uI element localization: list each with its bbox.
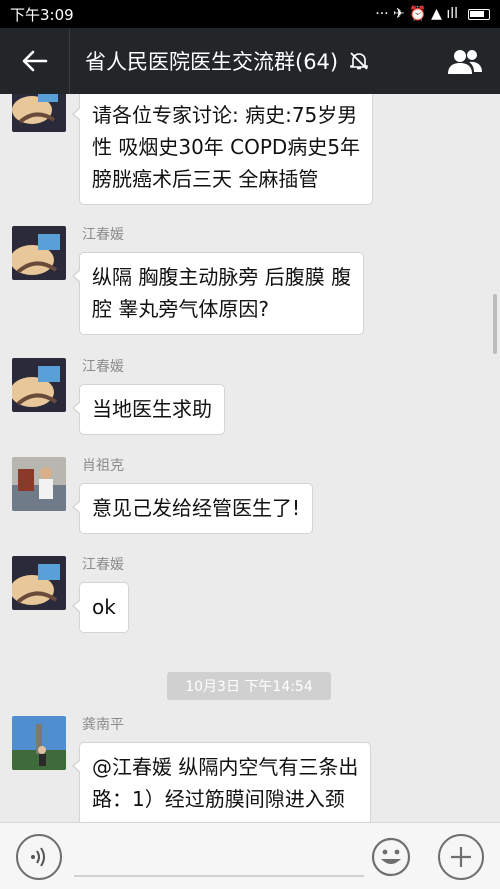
plus-icon: [451, 847, 471, 867]
group-name: 省人民医院医生交流群(64): [85, 50, 339, 74]
avatar[interactable]: [12, 358, 66, 412]
avatar-image: [12, 556, 66, 610]
message-text: 意见己发给经管医生了!: [92, 496, 301, 520]
avatar[interactable]: [12, 716, 66, 770]
avatar[interactable]: [12, 94, 66, 132]
avatar[interactable]: [12, 226, 66, 280]
message-list[interactable]: 请各位专家讨论: 病史:75岁男 性 吸烟史30年 COPD病史5年 膀胱癌术后…: [0, 94, 500, 822]
message-text: 路：1）经过筋膜间隙进入颈: [92, 787, 345, 811]
message-bubble[interactable]: ok: [72, 582, 129, 633]
avatar[interactable]: [12, 457, 66, 511]
voice-wave-icon: [31, 847, 45, 867]
members-button[interactable]: [430, 28, 500, 94]
message-input[interactable]: [74, 839, 364, 877]
avatar-image: [12, 457, 66, 511]
sender-name: 江春媛: [82, 557, 124, 573]
message-text: 纵隔 胸腹主动脉旁 后腹膜 腹: [92, 265, 352, 289]
mute-bell-icon: [350, 52, 368, 70]
signal-icons: ··· ✈ ⏰ ▲ ıll: [375, 6, 458, 22]
title-bar: 省人民医院医生交流群(64): [0, 28, 500, 94]
voice-button[interactable]: [16, 834, 62, 880]
input-bar: [0, 822, 500, 889]
sender-name: 江春媛: [82, 359, 124, 375]
message-bubble[interactable]: 请各位专家讨论: 病史:75岁男 性 吸烟史30年 COPD病史5年 膀胱癌术后…: [71, 94, 374, 205]
avatar-image: [12, 94, 66, 132]
avatar[interactable]: [12, 556, 66, 610]
sender-name: 江春媛: [82, 227, 124, 243]
message-text: 性 吸烟史30年 COPD病史5年: [92, 135, 361, 159]
group-members-icon: [448, 50, 482, 74]
scrollbar[interactable]: [493, 294, 497, 354]
message-bubble[interactable]: 纵隔 胸腹主动脉旁 后腹膜 腹 腔 睾丸旁气体原因?: [71, 252, 365, 335]
avatar-image: [12, 716, 66, 770]
sender-name: 龚南平: [82, 717, 124, 733]
smiley-icon: [371, 837, 411, 877]
message-text: 膀胱癌术后三天 全麻插管: [92, 167, 319, 191]
battery-icon: [468, 8, 490, 20]
status-time: 下午3:09: [10, 5, 74, 24]
message-text: 请各位专家讨论: 病史:75岁男: [92, 103, 358, 127]
status-bar: 下午3:09 ··· ✈ ⏰ ▲ ıll: [0, 0, 500, 28]
back-button[interactable]: [0, 28, 70, 94]
sender-name: 肖祖克: [82, 458, 124, 474]
message-bubble[interactable]: @江春媛 纵隔内空气有三条出 路：1）经过筋膜间隙进入颈: [71, 742, 372, 822]
message-bubble[interactable]: 当地医生求助: [72, 384, 225, 435]
message-bubble[interactable]: 意见己发给经管医生了!: [71, 483, 314, 534]
chat-title: 省人民医院医生交流群(64): [70, 46, 430, 76]
add-button[interactable]: [438, 834, 484, 880]
time-divider: 10月3日 下午14:54: [167, 672, 331, 700]
message-text: 当地医生求助: [92, 397, 212, 421]
avatar-image: [12, 358, 66, 412]
message-text: 腔 睾丸旁气体原因?: [92, 297, 269, 321]
status-icons: ··· ✈ ⏰ ▲ ıll: [375, 6, 490, 22]
arrow-left-icon: [22, 50, 47, 72]
emoji-button[interactable]: [368, 834, 414, 880]
avatar-image: [12, 226, 66, 280]
message-text: ok: [92, 595, 116, 619]
message-text: @江春媛 纵隔内空气有三条出: [92, 755, 359, 779]
